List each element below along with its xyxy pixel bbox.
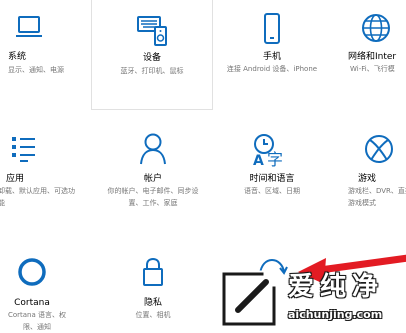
tile-gaming[interactable]: 游戏 游戏栏、DVR、直播、游戏模式: [344, 120, 406, 220]
svg-text:A: A: [253, 153, 264, 168]
tile-title: 时间和语言: [249, 174, 295, 184]
tile-title: 应用: [6, 174, 25, 184]
tile-devices[interactable]: 设备 蓝牙、打印机、鼠标: [91, 0, 213, 110]
tile-desc: Wi-Fi、飞行模: [350, 65, 395, 73]
tile-title: 隐私: [143, 298, 162, 308]
tile-system[interactable]: 系统 显示、通知、电源: [0, 0, 70, 110]
tile-time-language[interactable]: A 字 时间和语言 语音、区域、日期: [222, 120, 322, 220]
tile-desc: 蓝牙、打印机、鼠标: [120, 67, 184, 75]
tile-privacy[interactable]: 隐私 位置、相机: [100, 250, 206, 330]
tile-title: 系统: [8, 52, 27, 62]
tile-title: 游戏: [358, 174, 377, 184]
phone-icon: [264, 13, 280, 44]
tile-accounts[interactable]: 帐户 你的帐户、电子邮件、同步设置、工作、家庭: [100, 120, 206, 220]
tile-cortana[interactable]: Cortana Cortana 语言、权限、通知: [0, 250, 74, 331]
app-list-icon: [12, 137, 35, 162]
tile-desc: 你的帐户、电子邮件、同步设置、工作、家庭: [107, 187, 199, 207]
tile-desc: Cortana 语言、权限、通知: [7, 311, 67, 331]
tile-desc: 位置、相机: [135, 311, 171, 319]
globe-icon: [362, 14, 390, 42]
svg-text:字: 字: [267, 150, 283, 168]
tile-title: 网络和Inter: [348, 52, 397, 62]
person-icon: [140, 133, 166, 165]
watermark-logo-icon: [220, 270, 278, 328]
tile-phone[interactable]: 手机 连接 Android 设备、iPhone: [222, 0, 322, 110]
tile-desc: 卸载、默认应用、可选功能: [0, 187, 75, 207]
tile-title: 手机: [262, 52, 281, 62]
watermark: 爱纯净 aichunjing.com: [214, 266, 406, 330]
tile-title: 帐户: [143, 174, 162, 184]
xbox-icon: [365, 135, 393, 163]
laptop-icon: [16, 16, 42, 37]
tile-title: Cortana: [14, 298, 50, 308]
watermark-brand: 爱纯净: [288, 272, 385, 302]
tile-desc: 游戏栏、DVR、直播、游戏模式: [348, 187, 406, 207]
cortana-icon: [18, 258, 46, 286]
lock-icon: [143, 257, 163, 286]
time-language-icon: A 字: [253, 134, 283, 168]
tile-apps[interactable]: 应用 卸载、默认应用、可选功能: [0, 120, 78, 220]
keyboard-speaker-icon: [137, 16, 167, 46]
tile-desc: 显示、通知、电源: [8, 66, 64, 74]
watermark-url: aichunjing.com: [288, 308, 383, 321]
tile-title: 设备: [142, 53, 161, 63]
tile-desc: 语音、区域、日期: [244, 187, 300, 195]
tile-network[interactable]: 网络和Inter Wi-Fi、飞行模: [344, 0, 406, 110]
tile-desc: 连接 Android 设备、iPhone: [226, 65, 318, 73]
